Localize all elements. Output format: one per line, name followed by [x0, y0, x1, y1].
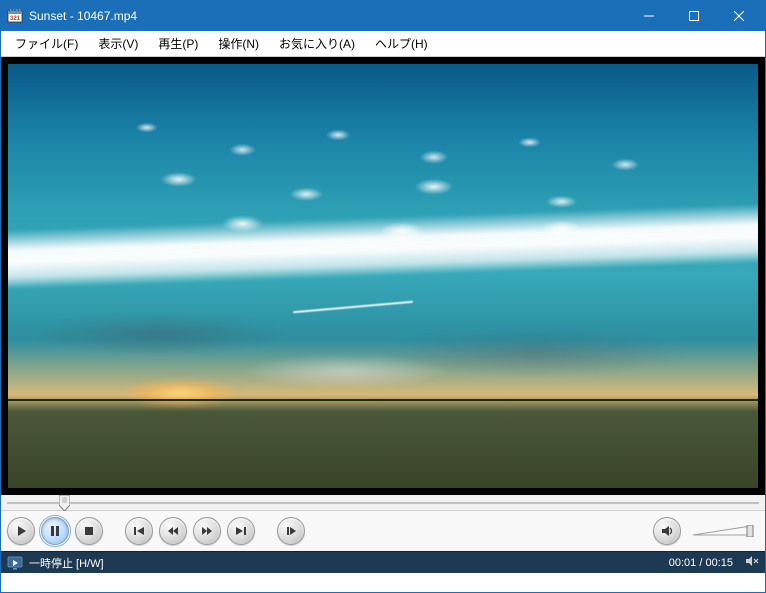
close-button[interactable] [716, 2, 761, 30]
stop-button[interactable] [75, 517, 103, 545]
app-icon: 321 [7, 8, 23, 24]
menubar: ファイル(F) 表示(V) 再生(P) 操作(N) お気に入り(A) ヘルプ(H… [1, 31, 765, 57]
window-controls [626, 2, 761, 30]
seek-track [7, 502, 759, 504]
menu-navigate[interactable]: 操作(N) [208, 32, 269, 55]
menu-favorites[interactable]: お気に入り(A) [269, 32, 365, 55]
status-text: 一時停止 [H/W] [29, 555, 663, 571]
fast-forward-button[interactable] [193, 517, 221, 545]
volume-mute-icon[interactable] [745, 554, 759, 571]
menu-help[interactable]: ヘルプ(H) [365, 32, 438, 55]
volume-slider[interactable] [693, 525, 755, 537]
status-time: 00:01 / 00:15 [669, 557, 733, 569]
svg-text:321: 321 [10, 16, 21, 22]
minimize-button[interactable] [626, 2, 671, 30]
titlebar: 321 Sunset - 10467.mp4 [1, 1, 765, 31]
skip-back-button[interactable] [125, 517, 153, 545]
play-button[interactable] [7, 517, 35, 545]
seek-thumb[interactable] [59, 495, 70, 511]
menu-file[interactable]: ファイル(F) [5, 32, 88, 55]
step-frame-button[interactable] [277, 517, 305, 545]
skip-forward-button[interactable] [227, 517, 255, 545]
window-title: Sunset - 10467.mp4 [29, 9, 626, 23]
seekbar[interactable] [1, 495, 765, 511]
playback-toolbar [1, 511, 765, 551]
status-monitor-icon [7, 555, 23, 571]
statusbar: 一時停止 [H/W] 00:01 / 00:15 [1, 551, 765, 573]
video-area[interactable] [1, 57, 765, 495]
menu-play[interactable]: 再生(P) [148, 32, 208, 55]
video-frame [8, 64, 758, 488]
pause-button[interactable] [41, 517, 69, 545]
menu-view[interactable]: 表示(V) [88, 32, 148, 55]
maximize-button[interactable] [671, 2, 716, 30]
rewind-button[interactable] [159, 517, 187, 545]
mute-button[interactable] [653, 517, 681, 545]
